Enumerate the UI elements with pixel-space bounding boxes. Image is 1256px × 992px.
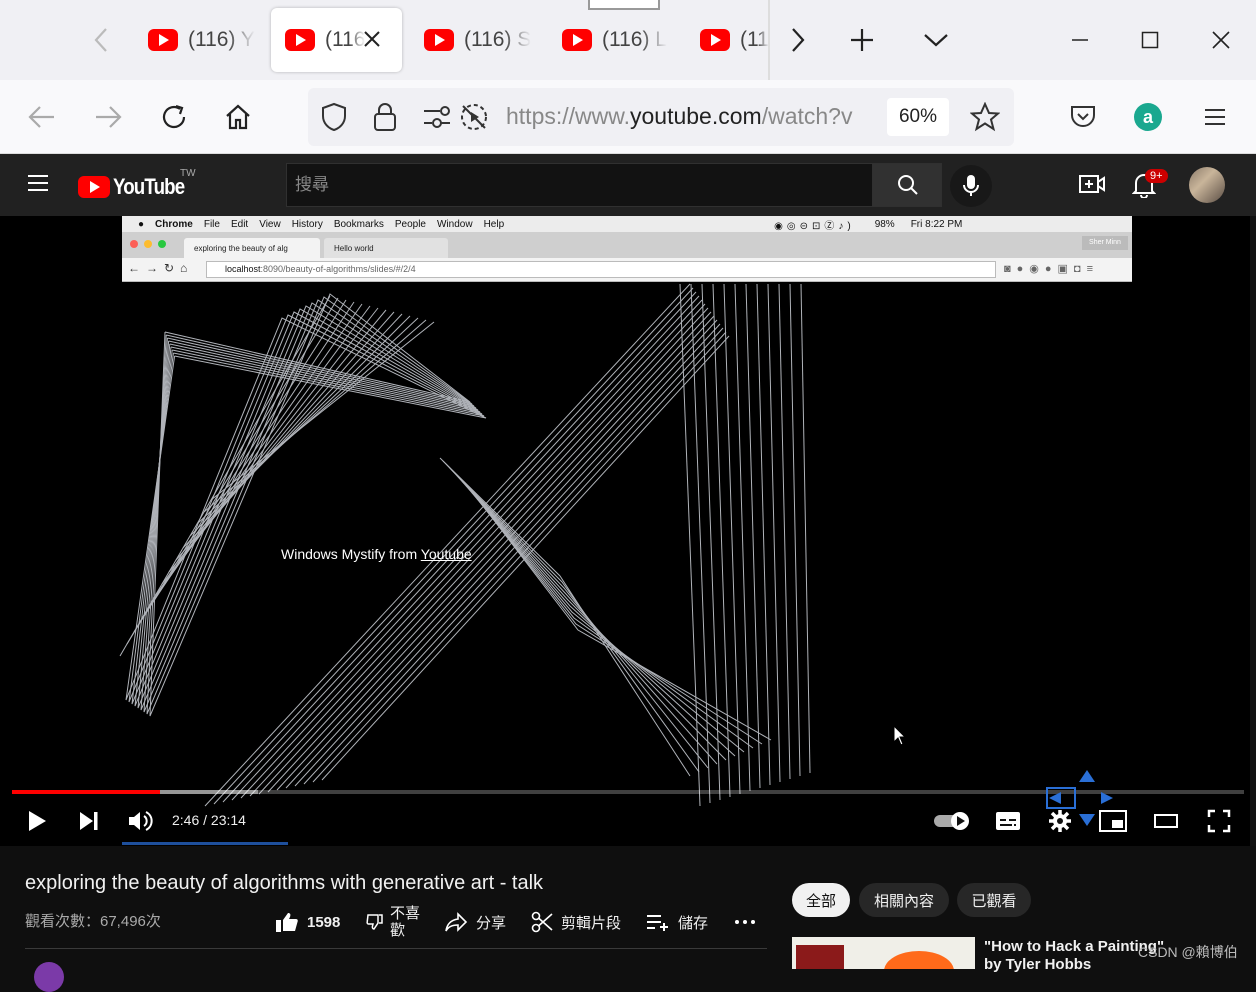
play-icon [29,811,46,831]
zoom-level-badge[interactable]: 60% [887,98,949,136]
search-input[interactable] [287,164,872,206]
share-icon [445,912,468,932]
channel-avatar[interactable] [34,962,64,992]
divider [25,948,767,949]
youtube-logo[interactable]: YouTube TW [78,168,197,200]
guide-menu-icon[interactable] [27,174,49,197]
autoplay-toggle[interactable] [932,804,972,838]
minimize-icon[interactable] [1062,24,1098,56]
permissions-icon[interactable] [422,105,452,134]
browser-nav-bar: https://www.youtube.com/watch?v 60% a [0,80,1256,154]
thumbs-down-icon [366,914,383,930]
avatar[interactable] [1189,167,1225,203]
video-title: exploring the beauty of algorithms with … [25,872,544,894]
address-bar[interactable]: https://www.youtube.com/watch?v 60% [308,88,1014,146]
drag-handle[interactable] [588,0,660,10]
video-caption: Windows Mystify from Youtube [281,546,472,562]
time-display: 2:46 / 23:14 [172,812,246,828]
shield-icon[interactable] [320,102,348,137]
video-info-section: exploring the beauty of algorithms with … [0,846,1256,992]
youtube-logo-icon [78,176,110,198]
scissors-icon [531,911,553,933]
clip-button[interactable]: 剪輯片段 [531,904,621,940]
window-close-icon[interactable] [1203,24,1239,56]
tab-2-active[interactable]: (116) [271,8,402,72]
tab-divider [768,0,770,80]
chip-watched[interactable]: 已觀看 [957,883,1031,917]
page-scrollbar[interactable] [1250,216,1256,846]
theater-mode-icon [1154,814,1178,828]
fullscreen-button[interactable] [1203,804,1235,838]
youtube-favicon-icon [700,29,730,51]
pocket-icon[interactable] [1066,100,1100,134]
app-menu-icon[interactable] [1198,100,1232,134]
youtube-header: YouTube TW 9+ [0,154,1256,216]
like-button[interactable]: 1598 [275,904,340,940]
maximize-icon[interactable] [1132,24,1168,56]
home-icon[interactable] [221,100,255,134]
progress-played [12,790,160,794]
more-horizontal-icon [735,920,755,924]
microphone-icon [963,175,979,196]
thumbnail-shape [884,951,954,969]
extension-a-icon[interactable]: a [1131,100,1165,134]
recommended-video-thumbnail[interactable] [792,937,975,969]
save-button[interactable]: 儲存 [646,904,708,940]
youtube-favicon-icon [148,29,178,51]
tab-5[interactable]: (11 [688,8,768,72]
tab-3[interactable]: (116) S [412,8,536,72]
theater-mode-button[interactable] [1150,804,1182,838]
tab-close-icon[interactable] [363,30,381,54]
thumbs-up-icon [276,913,298,932]
view-count: 觀看次數：67,496次 [25,913,161,930]
share-button[interactable]: 分享 [444,904,506,940]
voice-search-button[interactable] [950,165,992,207]
tab-scroll-right-icon[interactable] [784,24,812,56]
subtitles-icon [996,812,1020,830]
reload-icon[interactable] [157,100,191,134]
mystify-artwork [119,283,811,807]
mouse-cursor-icon [893,725,907,746]
browser-tab-bar: (116) Y (116) (116) S (116) L (11 [0,0,1256,80]
list-all-tabs-icon[interactable] [920,24,952,56]
chip-related[interactable]: 相關內容 [859,883,949,917]
tab-scroll-left-icon[interactable] [86,24,116,56]
next-icon [80,812,98,830]
watermark: CSDN @賴博伯 [1138,944,1238,960]
create-video-icon[interactable] [1078,172,1106,201]
search-button[interactable] [872,163,942,207]
tab-4[interactable]: (116) L [550,8,674,72]
add-to-playlist-icon [647,915,668,931]
thumbnail-painting [796,945,844,969]
url-text[interactable]: https://www.youtube.com/watch?v [506,103,876,130]
svg-text:a: a [1143,107,1154,127]
back-icon[interactable] [26,100,58,134]
notification-badge: 9+ [1145,169,1168,183]
forward-icon[interactable] [92,100,124,134]
autoplay-toggle-icon [934,812,969,830]
slide-progress-indicator [122,842,288,845]
youtube-favicon-icon [424,29,454,51]
video-player[interactable]: ● Chrome File Edit View History Bookmark… [0,216,1256,846]
fullscreen-icon [1207,809,1231,833]
mute-button[interactable] [124,804,156,838]
play-button[interactable] [22,804,52,838]
bookmark-star-icon[interactable] [969,101,1001,137]
more-actions-button[interactable] [734,904,756,940]
next-button[interactable] [74,804,104,838]
chip-all[interactable]: 全部 [792,883,850,917]
lock-icon[interactable] [372,102,398,137]
search-icon [898,175,918,195]
youtube-favicon-icon [285,29,315,51]
volume-icon [129,811,153,831]
autoplay-blocked-icon[interactable] [459,102,489,137]
dislike-button[interactable]: 不喜 歡 [366,904,420,940]
slide-navigation-arrows-icon[interactable] [1045,768,1120,828]
new-tab-icon[interactable] [846,24,878,56]
tab-1[interactable]: (116) Y [136,8,258,72]
subtitles-button[interactable] [992,804,1024,838]
search-box [286,163,873,207]
youtube-favicon-icon [562,29,592,51]
